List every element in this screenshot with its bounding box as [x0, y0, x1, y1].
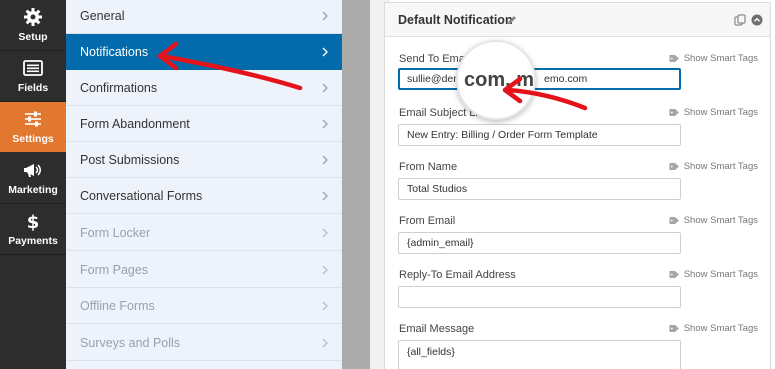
smart-tags-label: Show Smart Tags [683, 215, 758, 226]
marketing-label: Marketing [8, 184, 58, 196]
submenu-item-label: Surveys and Polls [80, 335, 181, 350]
email-message-label: Email Message [399, 323, 475, 335]
submenu-item-notifications[interactable]: Notifications [66, 34, 342, 70]
show-smart-tags-link[interactable]: Show Smart Tags [669, 323, 758, 334]
magnified-text: com, ma [464, 69, 535, 91]
tag-icon [669, 217, 679, 224]
email-subject-label: Email Subject Li [399, 107, 478, 119]
submenu-item-confirmations[interactable]: Confirmations [66, 70, 342, 106]
svg-text:$: $ [27, 212, 40, 231]
setup-nav-item[interactable]: Setup [0, 0, 66, 50]
smart-tags-label: Show Smart Tags [683, 269, 758, 280]
panel-header: Default Notification [385, 3, 770, 37]
notification-panel: Default Notification Send To Email Show … [384, 2, 771, 369]
smart-tags-label: Show Smart Tags [683, 53, 758, 64]
reply-to-label: Reply-To Email Address [399, 269, 516, 281]
show-smart-tags-link[interactable]: Show Smart Tags [669, 215, 758, 226]
from-email-input[interactable]: {admin_email} [398, 232, 681, 254]
from-email-label: From Email [399, 215, 456, 227]
chevron-right-icon [320, 263, 330, 277]
chevron-right-icon [320, 153, 330, 167]
pencil-edit-icon[interactable] [506, 14, 518, 26]
magnifier-callout: com, ma [456, 40, 536, 120]
payments-nav-item[interactable]: $ Payments [0, 204, 66, 254]
submenu-item-form-locker[interactable]: Form Locker [66, 215, 342, 251]
collapse-chevron-icon[interactable] [751, 14, 763, 26]
email-subject-input[interactable]: New Entry: Billing / Order Form Template [398, 124, 681, 146]
submenu-item-label: Conversational Forms [80, 188, 203, 203]
panel-gutter [342, 0, 370, 369]
chevron-right-icon [320, 226, 330, 240]
submenu-item-general[interactable]: General [66, 0, 342, 34]
chevron-right-icon [320, 117, 330, 131]
panel-title: Default Notification [398, 13, 513, 27]
megaphone-icon [24, 164, 41, 177]
from-name-label: From Name [399, 161, 458, 173]
send-to-email-value-tail: emo.com [544, 73, 588, 85]
submenu-item-label: General [80, 8, 125, 23]
submenu-item-form-pages[interactable]: Form Pages [66, 252, 342, 288]
tag-icon [669, 109, 679, 116]
submenu-item-form-abandonment[interactable]: Form Abandonment [66, 106, 342, 142]
reply-to-input[interactable] [398, 286, 681, 308]
chevron-right-icon [320, 9, 330, 23]
chevron-right-icon [320, 189, 330, 203]
tag-icon [669, 271, 679, 278]
dollar-icon: $ [27, 212, 40, 231]
show-smart-tags-link[interactable]: Show Smart Tags [669, 269, 758, 280]
smart-tags-label: Show Smart Tags [683, 323, 758, 334]
marketing-nav-item[interactable]: Marketing [0, 153, 66, 203]
from-name-value: Total Studios [407, 183, 468, 195]
smart-tags-label: Show Smart Tags [683, 107, 758, 118]
submenu-item-conversational-forms[interactable]: Conversational Forms [66, 178, 342, 214]
from-name-input[interactable]: Total Studios [398, 178, 681, 200]
email-message-textarea[interactable]: {all_fields} [398, 340, 681, 369]
submenu-item-post-submissions[interactable]: Post Submissions [66, 142, 342, 178]
submenu-item-label: Form Locker [80, 225, 151, 240]
from-email-value: {admin_email} [407, 237, 474, 249]
chevron-right-icon [320, 81, 330, 95]
gear-icon [24, 8, 42, 26]
fields-nav-item[interactable]: Fields [0, 51, 66, 101]
chevron-right-icon [320, 45, 330, 59]
chevron-right-icon [320, 336, 330, 350]
send-to-email-value: sullie@dem [407, 73, 463, 85]
show-smart-tags-link[interactable]: Show Smart Tags [669, 161, 758, 172]
clone-icon[interactable] [734, 14, 746, 26]
email-message-value: {all_fields} [407, 346, 455, 358]
tag-icon [669, 325, 679, 332]
submenu-item-label: Form Pages [80, 262, 149, 277]
show-smart-tags-link[interactable]: Show Smart Tags [669, 107, 758, 118]
email-subject-value: New Entry: Billing / Order Form Template [407, 129, 598, 141]
submenu-item-offline-forms[interactable]: Offline Forms [66, 288, 342, 324]
main-icon-sidebar: Setup Fields Settings Marketing $ Paymen… [0, 0, 66, 369]
show-smart-tags-link[interactable]: Show Smart Tags [669, 53, 758, 64]
settings-nav-item[interactable]: Settings [0, 102, 66, 152]
setup-label: Setup [18, 31, 48, 43]
payments-label: Payments [8, 235, 58, 247]
sliders-icon [25, 111, 41, 127]
fields-label: Fields [17, 82, 49, 94]
smart-tags-label: Show Smart Tags [683, 161, 758, 172]
settings-submenu: General Notifications Confirmations Form… [66, 0, 342, 369]
submenu-item-label: Offline Forms [80, 298, 155, 313]
submenu-item-label: Post Submissions [80, 152, 180, 167]
divider [0, 254, 66, 255]
submenu-item-surveys-and-polls[interactable]: Surveys and Polls [66, 325, 342, 361]
chevron-right-icon [320, 299, 330, 313]
submenu-item-label: Notifications [80, 44, 149, 59]
submenu-item-label: Form Abandonment [80, 116, 190, 131]
settings-label: Settings [12, 133, 54, 145]
tag-icon [669, 55, 679, 62]
submenu-item-label: Confirmations [80, 80, 158, 95]
tag-icon [669, 163, 679, 170]
fields-list-icon [23, 60, 43, 76]
send-to-email-input[interactable]: sullie@dem emo.com [398, 68, 681, 90]
